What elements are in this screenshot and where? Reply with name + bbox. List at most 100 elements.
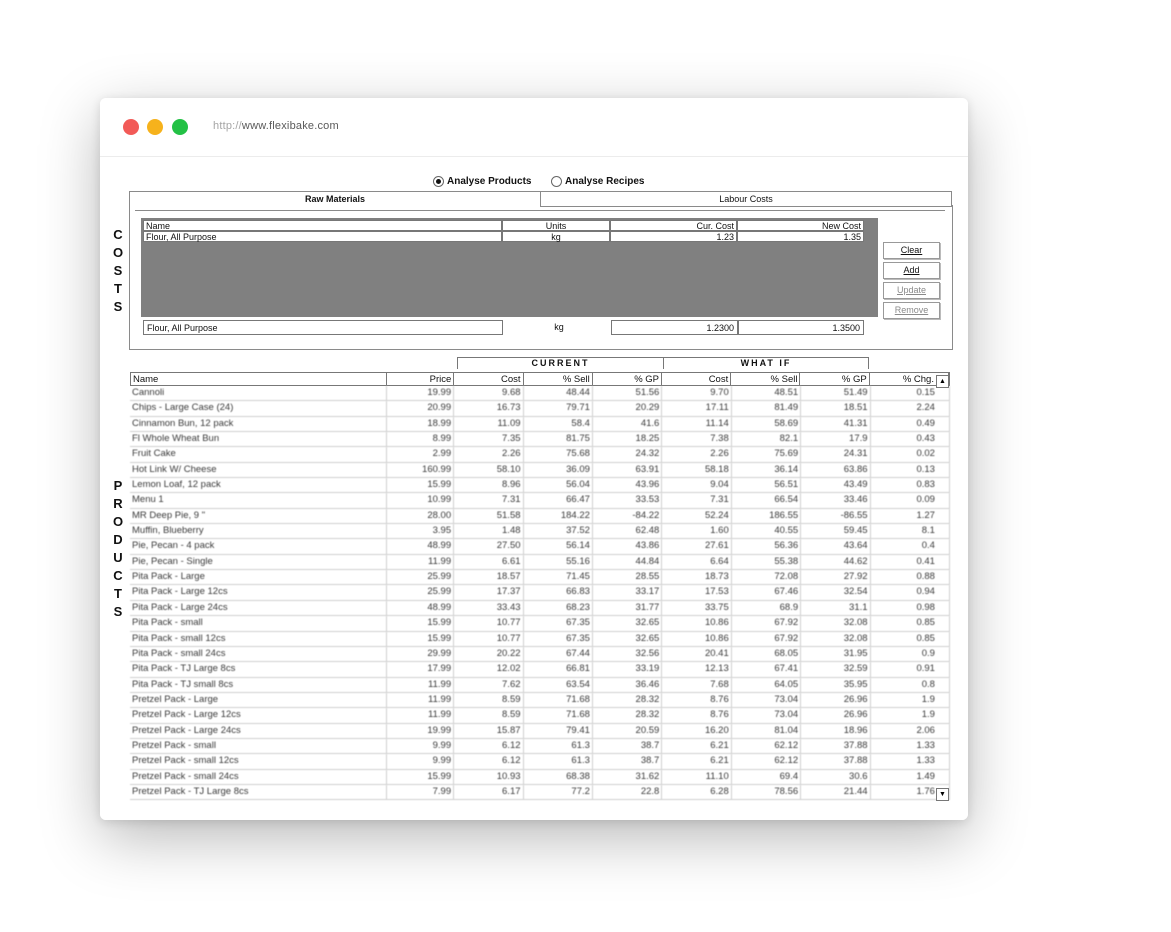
address-bar[interactable]: http://www.flexibake.com <box>213 120 339 132</box>
cell-name: Pretzel Pack - TJ Large 8cs <box>130 784 387 800</box>
raw-materials-grid[interactable]: Name Units Cur. Cost New Cost Flour, All… <box>141 218 878 317</box>
table-row[interactable]: Muffin, Blueberry 3.95 1.48 37.52 62.48 1.60 4… <box>130 524 950 540</box>
cell-price: 20.99 <box>387 401 455 416</box>
table-row[interactable]: Chips - Large Case (24) 20.99 16.73 79.71 20… <box>130 401 950 417</box>
cell-current-sell: 67.35 <box>524 631 593 646</box>
col-whatif-cost[interactable]: Cost <box>662 373 732 385</box>
analyse-recipes-radio[interactable]: Analyse Recipes <box>551 176 645 187</box>
table-row[interactable]: Menu 1 10.99 7.31 66.47 33.53 7.31 66.54 33.46 0… <box>130 493 950 509</box>
table-row[interactable]: MR Deep Pie, 9 " 28.00 51.58 184.22 -84.22 52… <box>130 508 950 525</box>
cell-change: 8.1 <box>871 524 950 539</box>
maximize-window-button[interactable] <box>172 119 188 135</box>
table-row[interactable]: Pretzel Pack - small 9.99 6.12 61.3 38.7 6.21… <box>130 738 950 755</box>
table-row[interactable]: Cannoli 19.99 9.68 48.44 51.56 9.70 48.51 51.49… <box>130 386 950 402</box>
col-product-name[interactable]: Name <box>131 373 388 385</box>
cell-name: Pita Pack - TJ small 8cs <box>130 677 387 692</box>
update-button[interactable]: Update <box>883 282 940 299</box>
cell-whatif-gp: 35.95 <box>801 677 871 692</box>
cell-whatif-sell: 78.56 <box>732 784 802 800</box>
table-row[interactable]: Pita Pack - small 15.99 10.77 67.35 32.65 10.… <box>130 616 950 632</box>
cell-whatif-sell: 40.55 <box>732 524 802 539</box>
cell-name: Pie, Pecan - 4 pack <box>130 539 387 554</box>
col-name[interactable]: Name <box>143 220 502 231</box>
table-row[interactable]: Pita Pack - TJ Large 8cs 17.99 12.02 66.81 3… <box>130 662 950 678</box>
clear-button[interactable]: Clear <box>883 242 940 259</box>
browser-window: http://www.flexibake.com Analyse Product… <box>100 98 968 820</box>
col-current-gp[interactable]: % GP <box>593 373 662 385</box>
cell-whatif-cost: 20.41 <box>662 646 732 662</box>
col-new-cost[interactable]: New Cost <box>737 220 864 231</box>
table-row[interactable]: Pretzel Pack - Large 24cs 19.99 15.87 79.41… <box>130 723 950 739</box>
analyse-products-radio[interactable]: Analyse Products <box>433 176 531 187</box>
cell-current-gp: 32.56 <box>593 646 663 662</box>
close-window-button[interactable] <box>123 119 139 135</box>
minimize-window-button[interactable] <box>147 119 163 135</box>
table-row[interactable]: Pretzel Pack - Large 12cs 11.99 8.59 71.68 2… <box>130 708 950 724</box>
table-row[interactable]: Cinnamon Bun, 12 pack 18.99 11.09 58.4 41.6 1… <box>130 416 950 433</box>
cell-current-cost: 6.61 <box>454 554 524 570</box>
grid-row[interactable]: Flour, All Purpose kg 1.23 1.35 <box>143 231 864 242</box>
cell-price: 7.99 <box>387 784 455 800</box>
col-current-cost[interactable]: Cost <box>454 373 524 385</box>
cell-price: 8.99 <box>387 432 455 447</box>
table-row[interactable]: Pita Pack - small 12cs 15.99 10.77 67.35 32.… <box>130 631 950 647</box>
col-whatif-sell[interactable]: % Sell <box>731 373 801 385</box>
table-row[interactable]: Pita Pack - Large 12cs 25.99 17.37 66.83 33.… <box>130 585 950 601</box>
table-row[interactable]: Fruit Cake 2.99 2.26 75.68 24.32 2.26 75.69 24.… <box>130 447 950 463</box>
cell-change: 1.33 <box>871 738 950 754</box>
cur-cost-field[interactable]: 1.2300 <box>611 320 738 335</box>
material-name-field[interactable]: Flour, All Purpose <box>143 320 503 335</box>
table-row[interactable]: Pita Pack - small 24cs 29.99 20.22 67.44 32.… <box>130 646 950 663</box>
col-cur-cost[interactable]: Cur. Cost <box>610 220 737 231</box>
cell-current-cost: 33.43 <box>454 600 524 616</box>
new-cost-field[interactable]: 1.3500 <box>738 320 864 335</box>
cell-whatif-sell: 56.51 <box>732 478 802 493</box>
cell-name: Pita Pack - small 24cs <box>130 646 387 662</box>
cell-current-gp: 51.56 <box>593 386 663 401</box>
table-row[interactable]: Pita Pack - Large 25.99 18.57 71.45 28.55 18.… <box>130 570 950 586</box>
cell-current-gp: 24.32 <box>593 447 663 462</box>
row-new-cost: 1.35 <box>737 231 864 242</box>
table-row[interactable]: Pie, Pecan - 4 pack 48.99 27.50 56.14 43.86 2… <box>130 539 950 555</box>
remove-button[interactable]: Remove <box>883 302 940 319</box>
cell-current-gp: 36.46 <box>593 677 663 692</box>
cell-current-gp: 41.6 <box>593 416 663 432</box>
cell-current-gp: 38.7 <box>593 754 663 769</box>
cell-name: Pita Pack - small 12cs <box>130 631 387 646</box>
table-row[interactable]: Pretzel Pack - Large 11.99 8.59 71.68 28.32 8… <box>130 692 950 709</box>
cell-current-cost: 12.02 <box>454 662 524 677</box>
cell-current-sell: 58.4 <box>524 416 593 432</box>
table-row[interactable]: Pita Pack - TJ small 8cs 11.99 7.62 63.54 36… <box>130 677 950 693</box>
table-row[interactable]: Pretzel Pack - TJ Large 8cs 7.99 6.17 77.2 2… <box>130 784 950 801</box>
col-units[interactable]: Units <box>502 220 610 231</box>
cell-current-cost: 10.77 <box>454 631 524 646</box>
cell-current-cost: 18.57 <box>454 570 524 585</box>
table-row[interactable]: Pretzel Pack - small 12cs 9.99 6.12 61.3 38.… <box>130 754 950 770</box>
cell-name: Hot Link W/ Cheese <box>130 462 387 478</box>
scroll-down-icon[interactable]: ▼ <box>936 788 949 801</box>
cell-change: 1.27 <box>871 508 950 524</box>
products-table[interactable]: Name Price Cost % Sell % GP Cost % Sell … <box>130 372 950 801</box>
col-price[interactable]: Price <box>387 373 455 385</box>
cell-current-sell: 77.2 <box>524 784 593 800</box>
table-row[interactable]: Hot Link W/ Cheese 160.99 58.10 36.09 63.91 5… <box>130 462 950 479</box>
col-whatif-gp[interactable]: % GP <box>800 373 870 385</box>
cell-whatif-gp: 37.88 <box>801 754 871 769</box>
cell-current-sell: 66.83 <box>524 585 593 600</box>
cell-whatif-sell: 68.05 <box>732 646 802 662</box>
product-rows: Cannoli 19.99 9.68 48.44 51.56 9.70 48.51 51.49… <box>130 386 950 801</box>
table-row[interactable]: Pie, Pecan - Single 11.99 6.61 55.16 44.84 6.… <box>130 554 950 571</box>
add-button[interactable]: Add <box>883 262 940 279</box>
table-row[interactable]: Fl Whole Wheat Bun 8.99 7.35 81.75 18.25 7.38… <box>130 432 950 448</box>
table-row[interactable]: Pretzel Pack - small 24cs 15.99 10.93 68.38… <box>130 769 950 785</box>
cell-whatif-gp: 32.59 <box>801 662 871 677</box>
table-row[interactable]: Pita Pack - Large 24cs 48.99 33.43 68.23 31.… <box>130 600 950 617</box>
cell-whatif-sell: 73.04 <box>732 708 802 723</box>
col-current-sell[interactable]: % Sell <box>524 373 593 385</box>
cell-price: 48.99 <box>387 600 455 616</box>
cell-whatif-cost: 10.86 <box>662 616 732 631</box>
table-row[interactable]: Lemon Loaf, 12 pack 15.99 8.96 56.04 43.96 9.… <box>130 478 950 494</box>
cell-whatif-cost: 33.75 <box>662 600 732 616</box>
cell-change: 0.43 <box>871 432 950 447</box>
scroll-up-icon[interactable]: ▲ <box>936 375 949 388</box>
